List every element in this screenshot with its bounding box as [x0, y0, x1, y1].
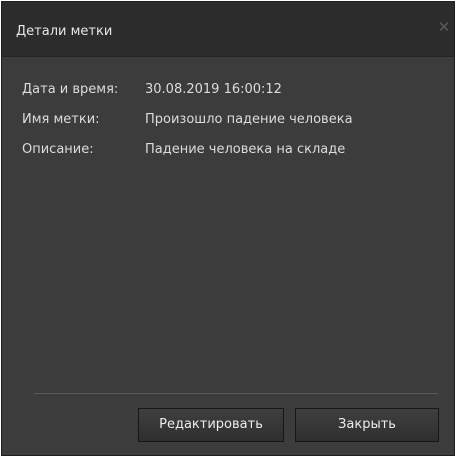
- description-value: Падение человека на складе: [145, 142, 346, 157]
- close-icon[interactable]: ✕: [437, 20, 451, 35]
- description-label: Описание:: [22, 142, 94, 157]
- datetime-value: 30.08.2019 16:00:12: [145, 82, 282, 97]
- dialog-titlebar: Детали метки ✕: [2, 2, 454, 57]
- dialog-title: Детали метки: [16, 24, 113, 39]
- edit-button[interactable]: Редактировать: [138, 408, 284, 442]
- close-button[interactable]: Закрыть: [295, 408, 439, 442]
- datetime-label: Дата и время:: [22, 82, 119, 97]
- tag-details-dialog: Детали метки ✕ Дата и время: 30.08.2019 …: [1, 1, 455, 456]
- footer-divider: [34, 393, 438, 394]
- tag-name-label: Имя метки:: [22, 112, 100, 127]
- tag-name-value: Произошло падение человека: [145, 112, 353, 127]
